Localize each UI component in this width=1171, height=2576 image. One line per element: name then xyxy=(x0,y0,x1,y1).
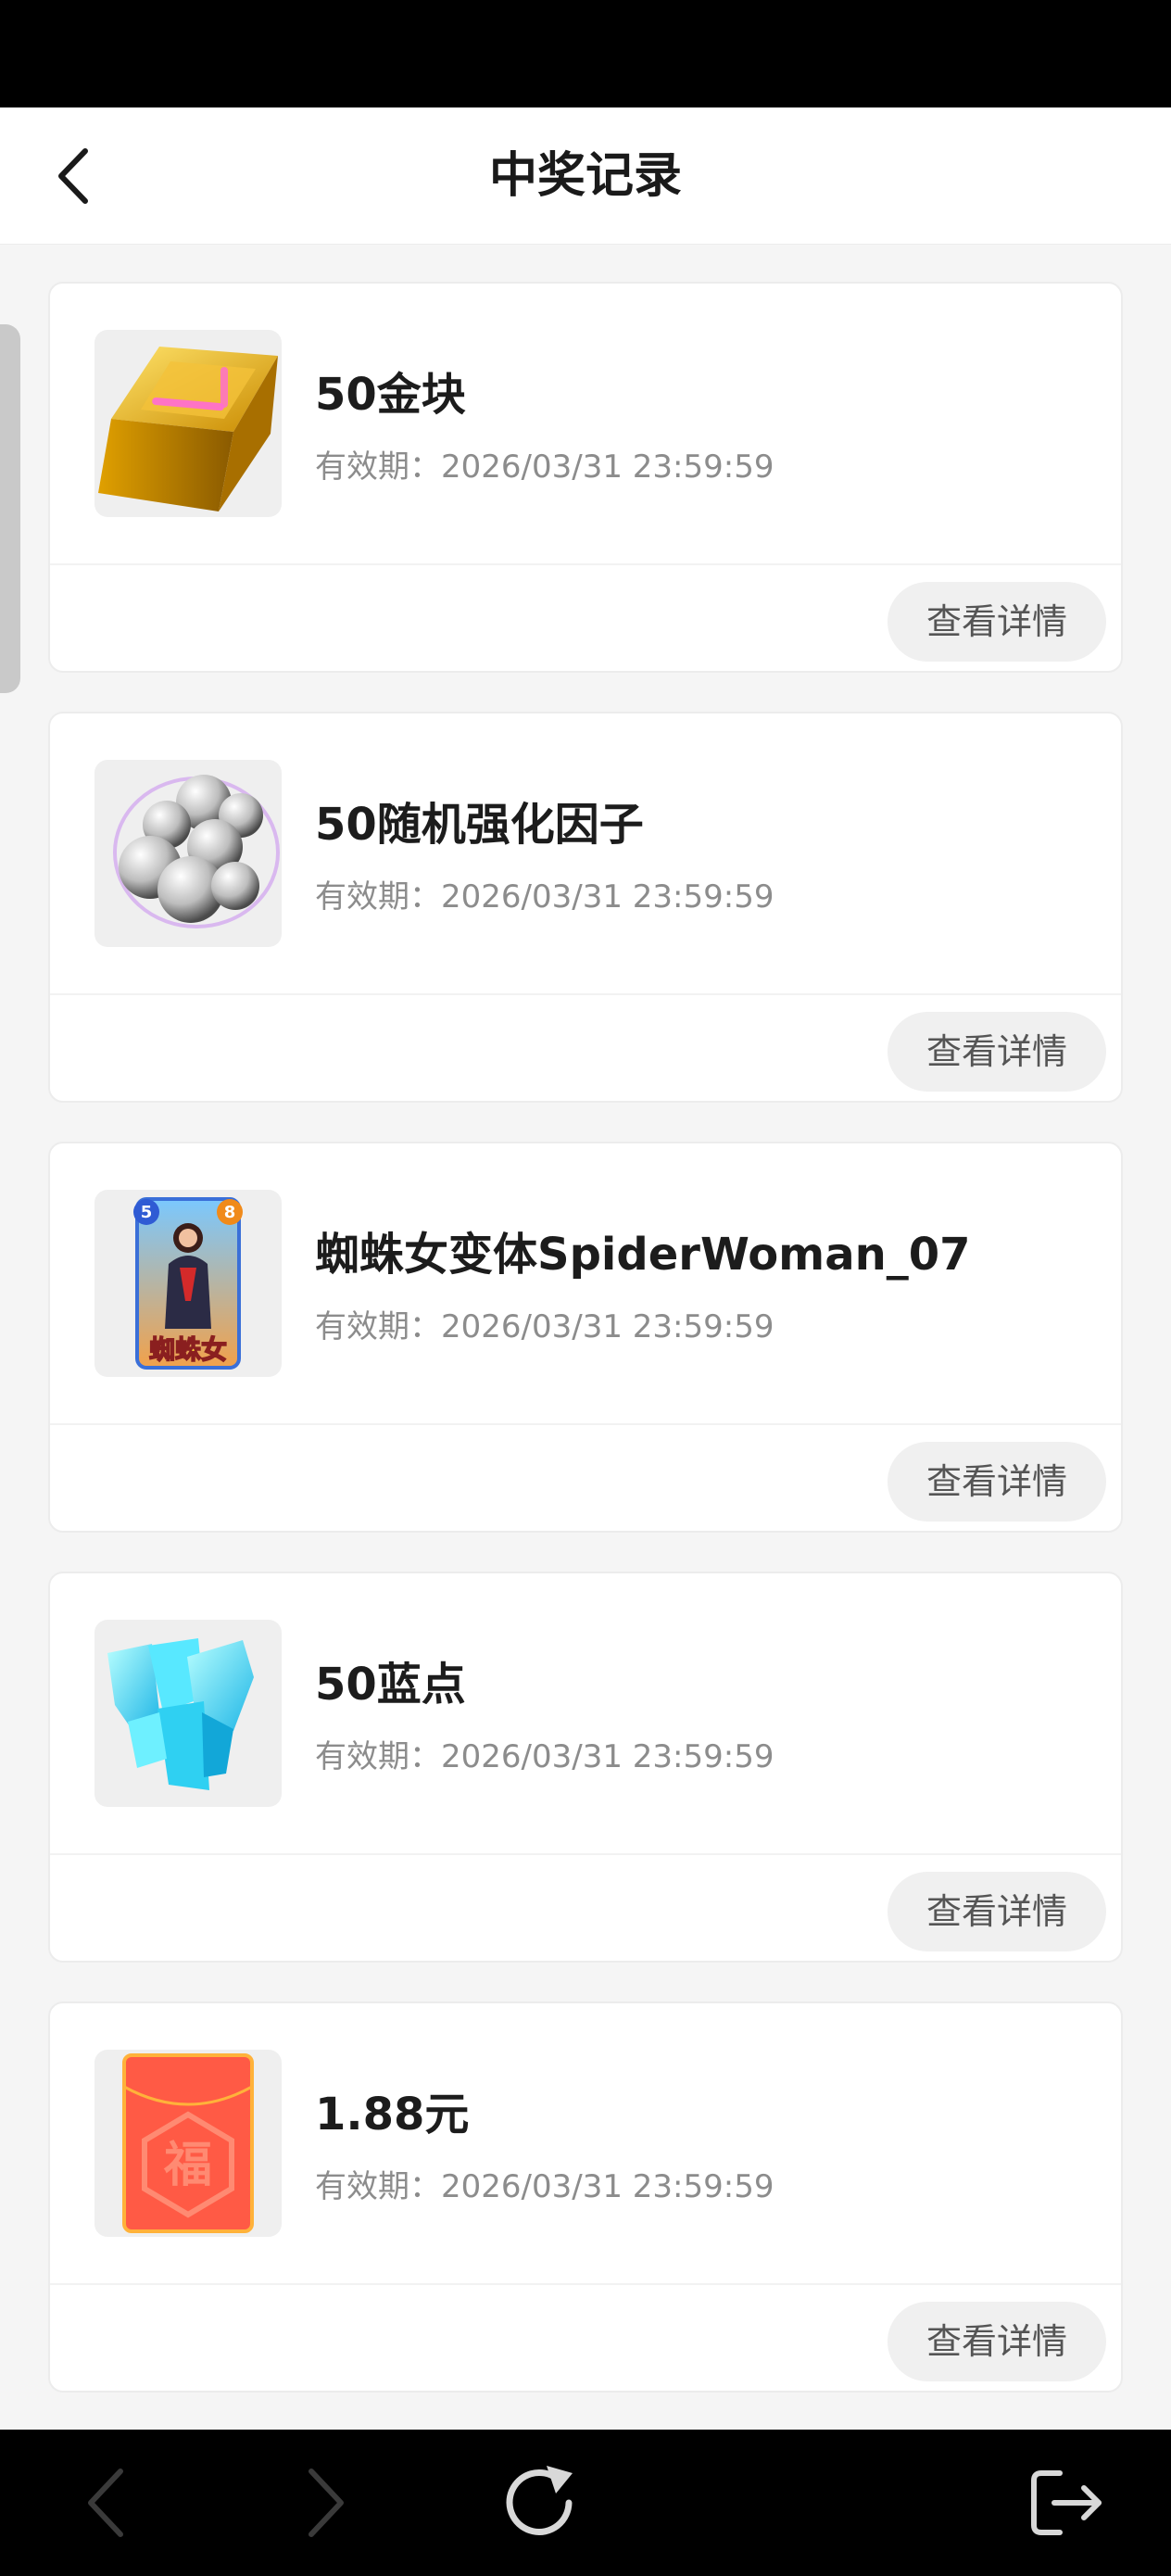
red-envelope-icon: 福 xyxy=(122,2053,254,2233)
card-divider xyxy=(50,1853,1121,1855)
view-details-button[interactable]: 查看详情 xyxy=(888,2302,1106,2381)
nav-back-button[interactable] xyxy=(50,2430,161,2576)
card-power-badge: 8 xyxy=(224,1203,236,1222)
prize-card: 50随机强化因子 有效期：2026/03/31 23:59:59 查看详情 xyxy=(48,712,1123,1103)
card-cost-badge: 5 xyxy=(141,1203,153,1222)
envelope-character: 福 xyxy=(163,2138,212,2193)
prize-card: 50蓝点 有效期：2026/03/31 23:59:59 查看详情 xyxy=(48,1572,1123,1963)
header: 中奖记录 xyxy=(0,107,1171,245)
prize-expiry: 有效期：2026/03/31 23:59:59 xyxy=(315,448,774,486)
prize-thumbnail xyxy=(94,760,282,947)
prize-thumbnail xyxy=(94,330,282,517)
page-title: 中奖记录 xyxy=(488,148,682,204)
gold-bar-icon xyxy=(98,347,278,511)
blue-crystal-icon xyxy=(107,1638,254,1790)
card-divider xyxy=(50,1423,1121,1425)
prize-expiry: 有效期：2026/03/31 23:59:59 xyxy=(315,1308,774,1345)
chevron-right-icon xyxy=(308,2469,344,2537)
prize-card: 福 1.88元 有效期：2026/03/31 23:59:59 查看详情 xyxy=(48,2001,1123,2393)
chevron-left-icon xyxy=(88,2469,123,2537)
nav-forward-button[interactable] xyxy=(271,2430,382,2576)
card-divider xyxy=(50,563,1121,565)
view-details-button[interactable]: 查看详情 xyxy=(888,1442,1106,1522)
refresh-icon xyxy=(506,2466,573,2535)
card-caption: 蜘蛛女 xyxy=(149,1334,227,1365)
browser-nav-bar xyxy=(0,2430,1171,2576)
prize-card: 5 8 蜘蛛女 蜘蛛女变体SpiderWoman_07 有效期：2026/03/… xyxy=(48,1142,1123,1533)
exit-icon xyxy=(1031,2470,1102,2535)
prize-card: 50金块 有效期：2026/03/31 23:59:59 查看详情 xyxy=(48,282,1123,673)
view-details-button[interactable]: 查看详情 xyxy=(888,1012,1106,1092)
prize-name: 蜘蛛女变体SpiderWoman_07 xyxy=(315,1229,971,1281)
prize-name: 50金块 xyxy=(315,369,466,421)
card-divider xyxy=(50,993,1121,995)
prize-thumbnail xyxy=(94,1620,282,1807)
status-bar xyxy=(0,0,1171,107)
card-divider xyxy=(50,2283,1121,2285)
prize-thumbnail: 5 8 蜘蛛女 xyxy=(94,1190,282,1377)
prize-expiry: 有效期：2026/03/31 23:59:59 xyxy=(315,2168,774,2205)
view-details-button[interactable]: 查看详情 xyxy=(888,1872,1106,1951)
side-drawer-handle[interactable] xyxy=(0,324,20,693)
prize-expiry: 有效期：2026/03/31 23:59:59 xyxy=(315,878,774,915)
prize-name: 50蓝点 xyxy=(315,1659,466,1711)
prize-name: 50随机强化因子 xyxy=(315,799,644,851)
prize-thumbnail: 福 xyxy=(94,2050,282,2237)
prize-list: 50金块 有效期：2026/03/31 23:59:59 查看详情 50随机强化… xyxy=(48,282,1123,2431)
prize-name: 1.88元 xyxy=(315,2089,470,2140)
exit-button[interactable] xyxy=(1010,2430,1121,2576)
view-details-button[interactable]: 查看详情 xyxy=(888,582,1106,662)
refresh-button[interactable] xyxy=(484,2430,595,2576)
prize-expiry: 有效期：2026/03/31 23:59:59 xyxy=(315,1738,774,1775)
enhancement-factor-icon xyxy=(113,775,280,928)
character-card-icon: 5 8 蜘蛛女 xyxy=(133,1197,243,1370)
